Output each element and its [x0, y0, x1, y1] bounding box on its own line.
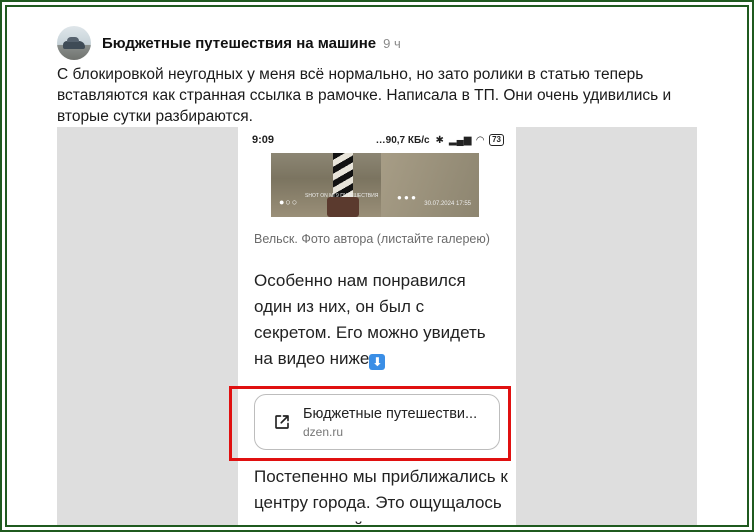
post-text: С блокировкой неугодных у меня всё норма…	[57, 64, 707, 127]
article-paragraph-2: Постепенно мы приближались к центру горо…	[254, 467, 508, 525]
gallery-dots: ●○○	[279, 197, 299, 207]
post-time: 9 ч	[383, 35, 401, 51]
channel-avatar[interactable]	[57, 26, 91, 60]
article-paragraph: Особенно нам понравился один из них, он …	[254, 271, 486, 370]
bluetooth-icon: ✱	[435, 134, 444, 146]
car-icon	[63, 37, 85, 49]
gallery-indicator: ● ● ●	[397, 193, 416, 202]
status-time: 9:09	[252, 134, 275, 146]
red-highlight-box	[229, 386, 511, 461]
network-speed: …90,7 КБ/с	[375, 134, 430, 146]
signal-icon: ▂▄▆	[448, 134, 472, 146]
gallery-photo[interactable]: ●○○ SHOT ON MI 9 ПУТЕШЕСТВИЯ ● ● ● 30.07…	[271, 153, 479, 217]
shot-label: SHOT ON MI 9 ПУТЕШЕСТВИЯ	[305, 193, 379, 199]
channel-name[interactable]: Бюджетные путешествия на машине	[102, 35, 376, 52]
photo-timestamp: 30.07.2024 17:55	[424, 201, 471, 207]
post-image[interactable]: 9:09 …90,7 КБ/с ✱ ▂▄▆ ◠ 73 ●○○ SHOT ON M…	[57, 127, 697, 525]
post-container: Бюджетные путешествия на машине 9 ч С бл…	[5, 5, 749, 527]
post-header: Бюджетные путешествия на машине 9 ч	[57, 25, 401, 61]
battery-icon: 73	[489, 134, 504, 146]
phone-screenshot: 9:09 …90,7 КБ/с ✱ ▂▄▆ ◠ 73 ●○○ SHOT ON M…	[238, 127, 516, 525]
arrow-down-icon: ⬇	[369, 354, 386, 370]
wifi-icon: ◠	[476, 134, 485, 146]
post-body: С блокировкой неугодных у меня всё норма…	[57, 66, 672, 125]
status-bar: 9:09 …90,7 КБ/с ✱ ▂▄▆ ◠ 73	[238, 127, 516, 153]
photo-caption: Вельск. Фото автора (листайте галерею)	[254, 232, 490, 246]
